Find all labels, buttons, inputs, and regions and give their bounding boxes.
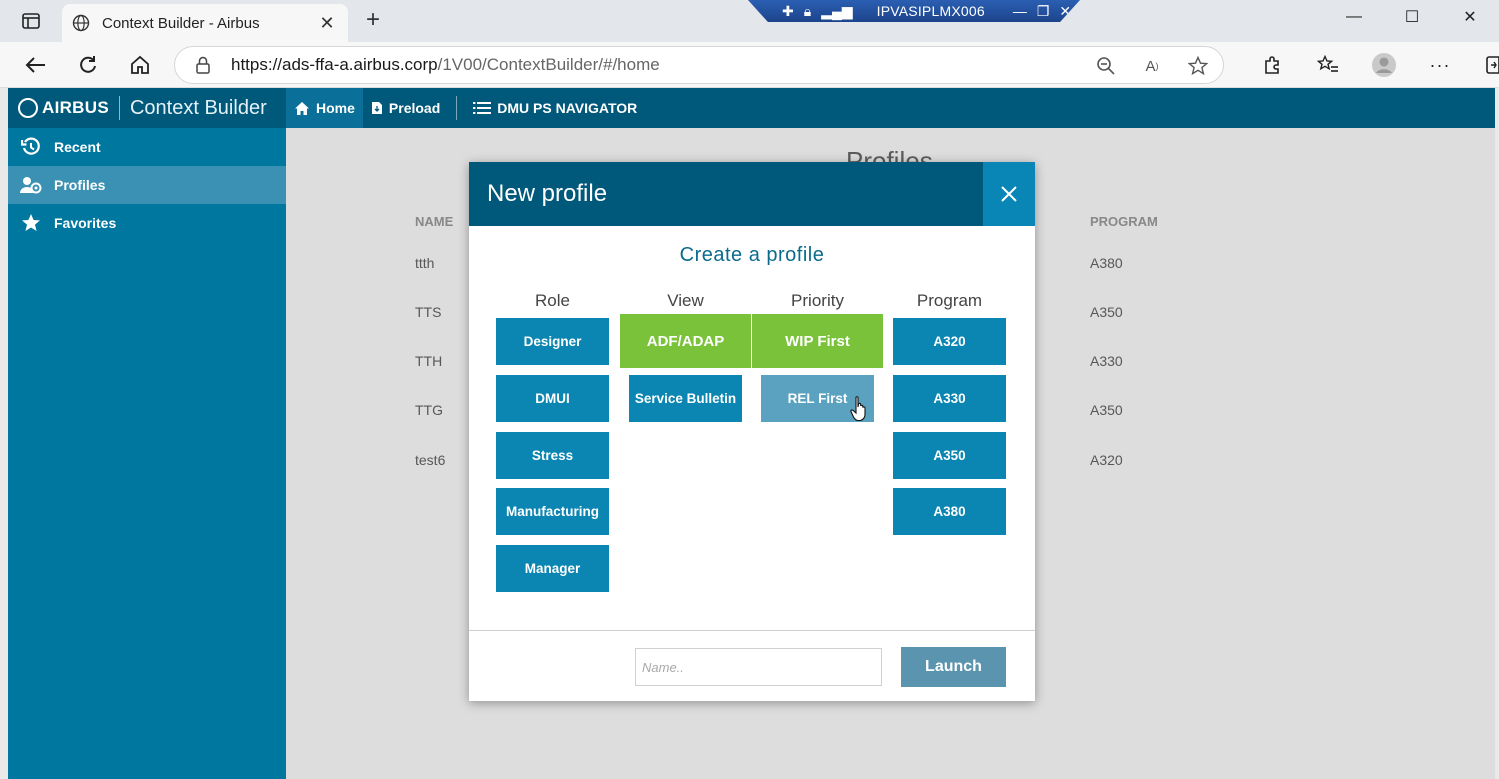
role-option-manager[interactable]: Manager bbox=[496, 545, 609, 592]
url-text: https://ads-ffa-a.airbus.corp/1V00/Conte… bbox=[231, 55, 660, 75]
airbus-logo-icon bbox=[18, 98, 38, 118]
brand[interactable]: AIRBUS Context Builder bbox=[8, 88, 286, 128]
sidebar-toggle-icon[interactable] bbox=[1468, 52, 1499, 78]
sidebar-item-profiles[interactable]: Profiles bbox=[8, 166, 286, 204]
lock-icon: 🔒︎ bbox=[803, 2, 812, 19]
view-option-adf-adap[interactable]: ADF/ADAP bbox=[620, 314, 751, 368]
close-icon[interactable] bbox=[983, 162, 1035, 226]
rdp-minimize-icon[interactable]: — bbox=[1013, 3, 1027, 19]
priority-column-label: Priority bbox=[791, 291, 844, 310]
rdp-restore-icon[interactable]: ❐ bbox=[1037, 3, 1050, 20]
brand-logo-text: AIRBUS bbox=[42, 98, 109, 117]
launch-button[interactable]: Launch bbox=[901, 647, 1006, 687]
priority-option-wip-first[interactable]: WIP First bbox=[752, 314, 883, 368]
new-profile-modal: New profile Create a profile Role View P… bbox=[469, 162, 1035, 701]
sidebar-item-label: Profiles bbox=[54, 177, 106, 193]
url-host: https://ads-ffa-a.airbus.corp bbox=[231, 55, 438, 74]
tab-actions-icon[interactable] bbox=[14, 8, 48, 34]
home-nav-icon bbox=[295, 101, 309, 115]
more-menu-icon[interactable]: ··· bbox=[1412, 52, 1468, 78]
sidebar: Recent Profiles Favorites bbox=[8, 128, 286, 779]
history-icon bbox=[20, 137, 42, 157]
minimize-icon[interactable]: — bbox=[1325, 0, 1383, 34]
view-option-service-bulletin[interactable]: Service Bulletin bbox=[629, 375, 742, 422]
view-column-label: View bbox=[667, 291, 704, 310]
nav-divider bbox=[456, 96, 458, 120]
program-option-a330[interactable]: A330 bbox=[893, 375, 1006, 422]
tab-close-icon[interactable]: ✕ bbox=[316, 13, 338, 34]
sidebar-item-label: Favorites bbox=[54, 215, 117, 231]
browser-tab[interactable]: Context Builder - Airbus ✕ bbox=[62, 4, 348, 42]
pin-icon[interactable]: ✚ bbox=[782, 3, 794, 20]
maximize-icon[interactable]: ☐ bbox=[1383, 0, 1441, 34]
globe-icon bbox=[72, 14, 90, 32]
browser-tabstrip: Context Builder - Airbus ✕ + ✚ 🔒︎ ▂▄▆ IP… bbox=[0, 0, 1499, 42]
profile-name-input[interactable] bbox=[635, 648, 882, 686]
extensions-icon[interactable] bbox=[1244, 52, 1300, 78]
program-column-label: Program bbox=[916, 291, 983, 310]
remote-host-name: IPVASIPLMX006 bbox=[876, 3, 985, 19]
favorites-icon[interactable] bbox=[1300, 52, 1356, 78]
refresh-icon[interactable] bbox=[74, 52, 102, 78]
nav-home-label: Home bbox=[316, 100, 355, 116]
new-tab-icon[interactable]: + bbox=[360, 6, 386, 34]
sidebar-item-recent[interactable]: Recent bbox=[8, 128, 286, 166]
users-icon bbox=[20, 175, 42, 195]
program-option-a320[interactable]: A320 bbox=[893, 318, 1006, 365]
zoom-out-icon[interactable] bbox=[1095, 55, 1117, 77]
nav-dmu-label: DMU PS NAVIGATOR bbox=[497, 100, 638, 116]
url-field[interactable]: https://ads-ffa-a.airbus.corp/1V00/Conte… bbox=[174, 46, 1224, 84]
rdp-close-icon[interactable]: ✕ bbox=[1059, 3, 1071, 20]
modal-title: New profile bbox=[487, 180, 608, 207]
nav-dmu-navigator[interactable]: DMU PS NAVIGATOR bbox=[465, 88, 645, 128]
file-download-icon bbox=[371, 102, 382, 114]
app-name: Context Builder bbox=[129, 96, 267, 119]
nav-preload[interactable]: Preload bbox=[363, 88, 448, 128]
role-option-dmui[interactable]: DMUI bbox=[496, 375, 609, 422]
url-path: /1V00/ContextBuilder/#/home bbox=[437, 55, 660, 74]
program-option-a350[interactable]: A350 bbox=[893, 432, 1006, 479]
tab-title: Context Builder - Airbus bbox=[102, 14, 260, 32]
modal-footer-divider bbox=[469, 630, 1035, 631]
home-icon[interactable] bbox=[126, 52, 154, 78]
remote-desktop-bar: ✚ 🔒︎ ▂▄▆ IPVASIPLMX006 — ❐ ✕ bbox=[748, 0, 1080, 22]
back-icon[interactable] bbox=[22, 52, 50, 78]
lock-icon[interactable] bbox=[195, 56, 211, 74]
profile-avatar[interactable] bbox=[1356, 52, 1412, 78]
window-controls: — ☐ ✕ bbox=[1325, 0, 1499, 34]
hand-cursor-icon bbox=[850, 396, 866, 422]
sidebar-item-label: Recent bbox=[54, 139, 101, 155]
brand-separator bbox=[118, 96, 120, 120]
close-window-icon[interactable]: ✕ bbox=[1441, 0, 1499, 34]
sidebar-item-favorites[interactable]: Favorites bbox=[8, 204, 286, 242]
address-bar-row: https://ads-ffa-a.airbus.corp/1V00/Conte… bbox=[0, 42, 1499, 88]
role-option-designer[interactable]: Designer bbox=[496, 318, 609, 365]
role-column-label: Role bbox=[535, 291, 570, 310]
list-icon bbox=[473, 102, 492, 114]
nav-preload-label: Preload bbox=[388, 100, 441, 116]
role-option-stress[interactable]: Stress bbox=[496, 432, 609, 479]
read-aloud-icon[interactable]: A) bbox=[1141, 55, 1163, 77]
role-option-manufacturing[interactable]: Manufacturing bbox=[496, 488, 609, 535]
app-header: AIRBUS Context Builder Home Preload DMU … bbox=[8, 88, 1495, 128]
signal-icon: ▂▄▆ bbox=[821, 2, 853, 19]
star-icon bbox=[20, 213, 42, 233]
program-option-a380[interactable]: A380 bbox=[893, 488, 1006, 535]
favorite-star-icon[interactable] bbox=[1187, 55, 1209, 77]
top-navigation: Home Preload DMU PS NAVIGATOR bbox=[286, 88, 645, 128]
modal-subtitle: Create a profile bbox=[679, 244, 825, 266]
nav-home[interactable]: Home bbox=[286, 88, 363, 128]
modal-header: New profile bbox=[469, 162, 1035, 226]
